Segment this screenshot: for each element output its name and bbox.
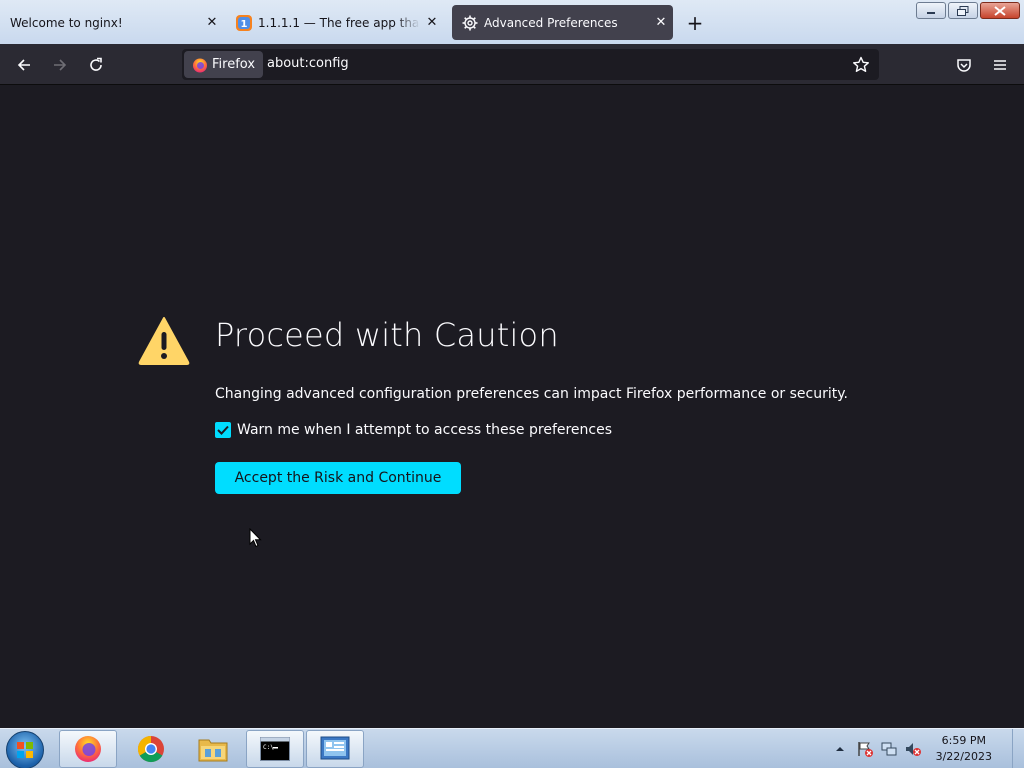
close-tab-icon[interactable]: ✕	[200, 11, 224, 35]
restore-icon	[957, 5, 969, 16]
control-panel-icon	[320, 736, 350, 760]
windows-logo-icon	[17, 742, 33, 758]
window-controls	[916, 2, 1020, 19]
navigation-toolbar: Firefox about:config	[0, 44, 1024, 85]
taskbar-control-panel[interactable]	[306, 730, 364, 768]
show-desktop-button[interactable]	[1012, 729, 1024, 768]
identity-box[interactable]: Firefox	[184, 51, 264, 78]
cloudflare-1111-favicon-icon: 1	[236, 14, 252, 31]
checkmark-icon	[217, 425, 229, 435]
tab-cloudflare[interactable]: 1 1.1.1.1 — The free app that makes your…	[226, 5, 444, 40]
taskbar-chrome[interactable]	[122, 730, 180, 768]
tab-nginx[interactable]: Welcome to nginx! ✕	[0, 5, 224, 40]
clock-date: 3/22/2023	[935, 750, 992, 763]
minimize-icon	[927, 11, 935, 14]
restore-button[interactable]	[948, 2, 978, 19]
network-icon[interactable]	[880, 740, 898, 758]
tab-title: 1.1.1.1 — The free app that makes your I…	[258, 15, 420, 30]
reload-button[interactable]	[81, 50, 111, 80]
system-tray: 6:59 PM 3/22/2023	[834, 729, 1012, 768]
star-icon	[853, 56, 869, 72]
warning-checkbox-row[interactable]: Warn me when I attempt to access these p…	[215, 422, 612, 438]
page-title: Proceed with Caution	[215, 316, 559, 354]
tab-title: Welcome to nginx!	[10, 15, 123, 30]
start-button[interactable]	[6, 731, 44, 768]
identity-label: Firefox	[212, 57, 256, 72]
back-button[interactable]	[9, 50, 39, 80]
warn-checkbox-label[interactable]: Warn me when I attempt to access these p…	[237, 422, 612, 438]
taskbar-command-prompt[interactable]: C:\	[246, 730, 304, 768]
url-bar[interactable]: Firefox about:config	[182, 49, 879, 80]
warning-description: Changing advanced configuration preferen…	[215, 386, 848, 402]
warning-icon	[138, 317, 190, 365]
file-explorer-icon	[198, 739, 228, 762]
reload-icon	[90, 57, 102, 71]
clock-time: 6:59 PM	[941, 734, 986, 747]
app-menu-button[interactable]	[985, 50, 1015, 80]
close-tab-icon[interactable]: ✕	[649, 11, 673, 35]
url-text[interactable]: about:config	[267, 56, 349, 71]
tab-strip: Welcome to nginx! ✕ 1 1.1.1.1 — The free…	[0, 0, 1024, 44]
new-tab-button[interactable]: +	[682, 10, 708, 36]
pocket-button[interactable]	[949, 50, 979, 80]
warn-checkbox[interactable]	[215, 422, 231, 438]
taskbar-firefox[interactable]	[59, 730, 117, 768]
close-window-button[interactable]	[980, 2, 1020, 19]
svg-text:1: 1	[241, 19, 248, 30]
firefox-icon	[75, 736, 101, 762]
mouse-cursor-icon	[249, 528, 262, 548]
command-prompt-icon: C:\	[260, 737, 290, 761]
forward-arrow-icon	[54, 59, 67, 71]
show-hidden-icons-icon[interactable]	[834, 743, 846, 755]
hamburger-menu-icon	[994, 60, 1006, 70]
forward-button[interactable]	[45, 50, 75, 80]
gear-icon	[462, 15, 478, 30]
about-config-warning-page: Proceed with Caution Changing advanced c…	[0, 86, 1024, 728]
back-arrow-icon	[17, 59, 30, 71]
taskbar-clock[interactable]: 6:59 PM 3/22/2023	[936, 733, 992, 765]
accept-risk-button[interactable]: Accept the Risk and Continue	[215, 462, 461, 494]
close-icon	[994, 5, 1006, 16]
minimize-button[interactable]	[916, 2, 946, 19]
bookmark-star-button[interactable]	[848, 52, 874, 78]
tab-title: Advanced Preferences	[484, 15, 618, 30]
svg-text:C:\: C:\	[263, 744, 274, 751]
windows-taskbar: C:\ 6:59 PM 3/22/2023	[0, 728, 1024, 768]
close-tab-icon[interactable]: ✕	[420, 11, 444, 35]
taskbar-file-explorer[interactable]	[184, 730, 242, 768]
pocket-icon	[957, 59, 971, 72]
firefox-logo-icon	[193, 58, 207, 72]
chrome-icon	[137, 735, 164, 763]
action-center-flag-icon[interactable]	[856, 740, 874, 758]
volume-muted-icon[interactable]	[904, 740, 922, 758]
tab-advanced-preferences[interactable]: Advanced Preferences ✕	[452, 5, 673, 40]
